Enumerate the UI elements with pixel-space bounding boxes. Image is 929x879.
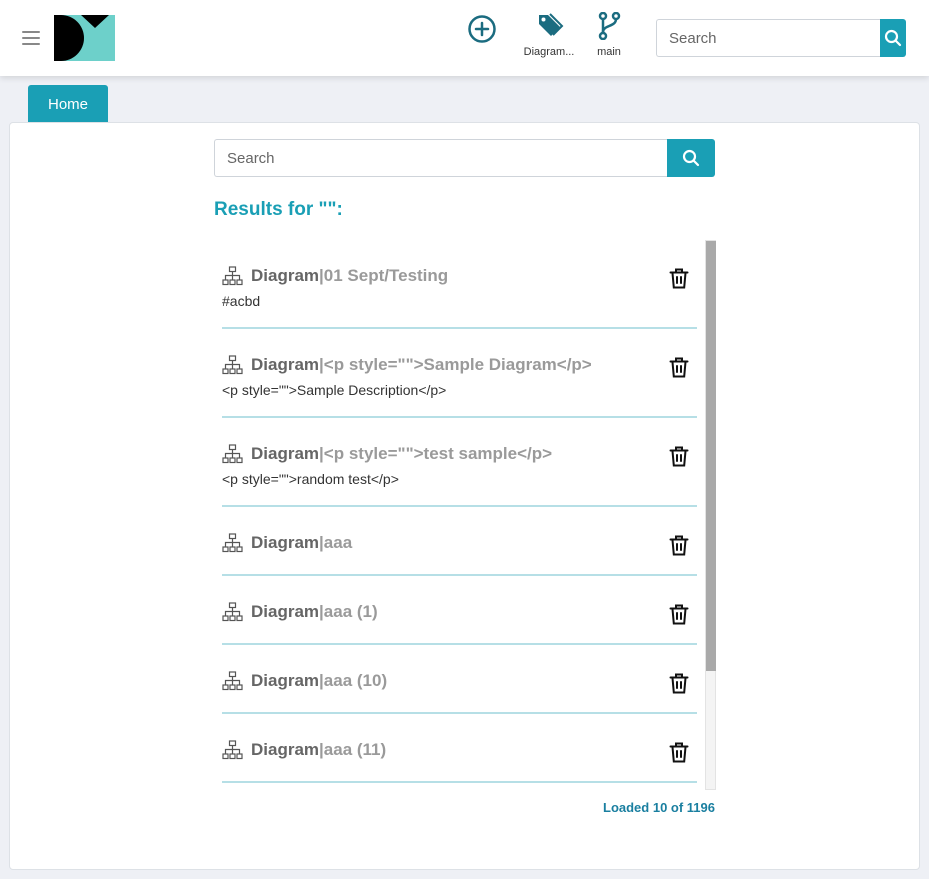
- result-type: Diagram: [251, 266, 320, 285]
- hierarchy-icon: [222, 355, 243, 375]
- result-type: Diagram: [251, 602, 320, 621]
- search-icon: [884, 29, 902, 47]
- result-item[interactable]: Diagram | aaa (10): [222, 645, 697, 714]
- trash-icon[interactable]: [669, 535, 689, 556]
- result-description: <p style="">Sample Description</p>: [222, 382, 447, 398]
- result-name: aaa (1): [323, 602, 378, 621]
- result-description: <p style="">random test</p>: [222, 471, 399, 487]
- app-logo[interactable]: [54, 15, 115, 61]
- result-title[interactable]: Diagram | <p style="">Sample Diagram</p>: [222, 355, 592, 375]
- main-search-input[interactable]: [214, 139, 667, 177]
- result-type: Diagram: [251, 740, 320, 759]
- result-item[interactable]: Diagram | <p style="">Sample Diagram</p>…: [222, 329, 697, 418]
- top-navbar: Diagram... main: [0, 0, 929, 76]
- result-title[interactable]: Diagram | aaa (1): [222, 602, 378, 622]
- branch-selector-label: main: [597, 46, 621, 58]
- results-scrollbar[interactable]: [705, 240, 716, 790]
- plus-circle-icon: [468, 15, 496, 43]
- result-name: aaa (10): [323, 671, 388, 690]
- result-type: Diagram: [251, 533, 320, 552]
- git-branch-icon: [598, 11, 621, 41]
- hierarchy-icon: [222, 671, 243, 691]
- trash-icon[interactable]: [669, 446, 689, 467]
- trash-icon[interactable]: [669, 604, 689, 625]
- hierarchy-icon: [222, 444, 243, 464]
- tab-home[interactable]: Home: [28, 85, 108, 123]
- header-search-input[interactable]: [656, 19, 880, 57]
- result-name: 01 Sept/Testing: [323, 266, 449, 285]
- result-item[interactable]: Diagram | aaa (11): [222, 714, 697, 783]
- header-search-button[interactable]: [880, 19, 906, 57]
- result-title[interactable]: Diagram | 01 Sept/Testing: [222, 266, 448, 286]
- hamburger-menu-icon[interactable]: [22, 31, 40, 45]
- result-type: Diagram: [251, 355, 320, 374]
- result-name: <p style="">Sample Diagram</p>: [323, 355, 592, 374]
- results-list[interactable]: Diagram | 01 Sept/Testing #acbd Diagram …: [222, 240, 716, 790]
- scrollbar-thumb[interactable]: [706, 241, 716, 671]
- header-search: [656, 19, 906, 57]
- result-name: <p style="">test sample</p>: [323, 444, 553, 463]
- result-type: Diagram: [251, 444, 320, 463]
- main-search-button[interactable]: [667, 139, 715, 177]
- main-search: [214, 139, 715, 177]
- hierarchy-icon: [222, 266, 243, 286]
- result-item[interactable]: Diagram | aaa (1): [222, 576, 697, 645]
- result-title[interactable]: Diagram | aaa (11): [222, 740, 386, 760]
- result-type: Diagram: [251, 671, 320, 690]
- result-name: aaa (11): [323, 740, 387, 759]
- hierarchy-icon: [222, 533, 243, 553]
- diagram-selector[interactable]: Diagram...: [520, 12, 578, 58]
- result-description: #acbd: [222, 293, 261, 309]
- result-title[interactable]: Diagram | aaa: [222, 533, 352, 553]
- result-item[interactable]: Diagram | <p style="">test sample</p> <p…: [222, 418, 697, 507]
- loaded-count: Loaded 10 of 1196: [603, 800, 715, 815]
- diagram-selector-label: Diagram...: [523, 46, 575, 58]
- result-item[interactable]: Diagram | 01 Sept/Testing #acbd: [222, 240, 697, 329]
- search-icon: [682, 149, 700, 167]
- tag-icon: [539, 13, 564, 36]
- trash-icon[interactable]: [669, 268, 689, 289]
- results-heading: Results for "":: [214, 199, 343, 220]
- branch-selector[interactable]: main: [590, 11, 628, 58]
- hierarchy-icon: [222, 740, 243, 760]
- trash-icon[interactable]: [669, 357, 689, 378]
- add-button[interactable]: [467, 14, 497, 47]
- trash-icon[interactable]: [669, 673, 689, 694]
- trash-icon[interactable]: [669, 742, 689, 763]
- result-name: aaa: [323, 533, 353, 552]
- hierarchy-icon: [222, 602, 243, 622]
- result-title[interactable]: Diagram | aaa (10): [222, 671, 387, 691]
- result-title[interactable]: Diagram | <p style="">test sample</p>: [222, 444, 552, 464]
- result-item[interactable]: Diagram | aaa: [222, 507, 697, 576]
